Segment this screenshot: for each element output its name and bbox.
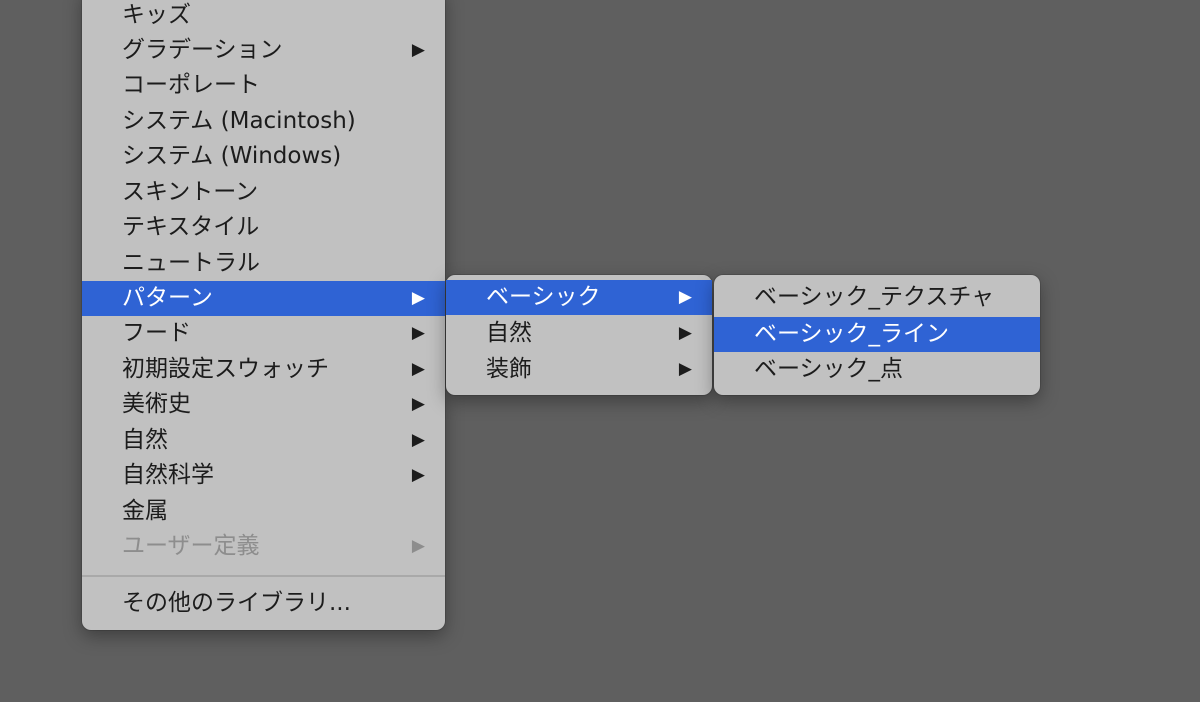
menu-item-gradation[interactable]: グラデーション ▶ [82,33,445,68]
menu-item-label: 装飾 [486,356,532,382]
submenu-arrow-icon: ▶ [678,287,692,307]
menu-separator [82,575,445,577]
menu-item-label: ベーシック_点 [754,356,904,382]
menu-item-food[interactable]: フード ▶ [82,316,445,351]
menu-item-label: 美術史 [122,391,191,417]
menu-item-label: テキスタイル [122,214,260,240]
menu-item-default-swatches[interactable]: 初期設定スウォッチ ▶ [82,352,445,387]
submenu-arrow-icon: ▶ [411,40,425,60]
basic-submenu: ベーシック_テクスチャ ベーシック_ライン ベーシック_点 [714,275,1040,395]
menu-item-label: 自然 [122,427,168,453]
submenu-item-basic-line[interactable]: ベーシック_ライン [714,317,1040,352]
submenu-arrow-icon: ▶ [411,394,425,414]
menu-item-label: ベーシック [486,284,601,310]
submenu-arrow-icon: ▶ [411,359,425,379]
menu-item-skintone[interactable]: スキントーン [82,175,445,210]
menu-item-label: ユーザー定義 [122,533,260,559]
menu-item-natural-science[interactable]: 自然科学 ▶ [82,458,445,493]
menu-item-system-windows[interactable]: システム (Windows) [82,139,445,174]
menu-item-metal[interactable]: 金属 [82,494,445,529]
submenu-arrow-icon: ▶ [678,323,692,343]
menu-item-nature[interactable]: 自然 ▶ [82,423,445,458]
submenu-item-decoration[interactable]: 装飾 ▶ [446,352,712,387]
menu-item-system-macintosh[interactable]: システム (Macintosh) [82,104,445,139]
menu-item-user-defined: ユーザー定義 ▶ [82,529,445,564]
submenu-arrow-icon: ▶ [411,465,425,485]
menu-item-label: 自然 [486,320,532,346]
menu-item-label: 金属 [122,498,168,524]
menu-item-label: パターン [122,285,213,311]
menu-item-neutral[interactable]: ニュートラル [82,246,445,281]
submenu-arrow-icon: ▶ [678,359,692,379]
submenu-arrow-icon: ▶ [411,536,425,556]
submenu-arrow-icon: ▶ [411,323,425,343]
submenu-item-basic[interactable]: ベーシック ▶ [446,280,712,315]
menu-item-kids[interactable]: キッズ [82,0,445,33]
menu-item-label: システム (Windows) [122,143,342,169]
menu-item-label: ベーシック_テクスチャ [754,284,995,310]
menu-item-label: フード [122,320,191,346]
menu-item-other-library[interactable]: その他のライブラリ... [82,586,445,621]
menu-item-label: システム (Macintosh) [122,108,356,134]
menu-item-label: 初期設定スウォッチ [122,356,329,382]
menu-item-label: コーポレート [122,72,260,98]
menu-item-art-history[interactable]: 美術史 ▶ [82,387,445,422]
menu-item-label: キッズ [122,2,191,28]
menu-item-corporate[interactable]: コーポレート [82,68,445,103]
menu-item-pattern[interactable]: パターン ▶ [82,281,445,316]
menu-item-textile[interactable]: テキスタイル [82,210,445,245]
menu-item-label: スキントーン [122,179,259,205]
swatch-library-menu: キッズ グラデーション ▶ コーポレート システム (Macintosh) シス… [82,0,445,630]
submenu-item-basic-texture[interactable]: ベーシック_テクスチャ [714,280,1040,315]
menu-item-label: グラデーション [122,37,283,63]
submenu-item-basic-dot[interactable]: ベーシック_点 [714,352,1040,387]
menu-item-label: ベーシック_ライン [754,321,950,347]
menu-item-label: その他のライブラリ... [122,590,351,616]
menu-item-label: ニュートラル [122,250,260,276]
pattern-submenu: ベーシック ▶ 自然 ▶ 装飾 ▶ [446,275,712,395]
menu-item-label: 自然科学 [122,462,214,488]
submenu-item-nature[interactable]: 自然 ▶ [446,316,712,351]
submenu-arrow-icon: ▶ [411,288,425,308]
submenu-arrow-icon: ▶ [411,430,425,450]
